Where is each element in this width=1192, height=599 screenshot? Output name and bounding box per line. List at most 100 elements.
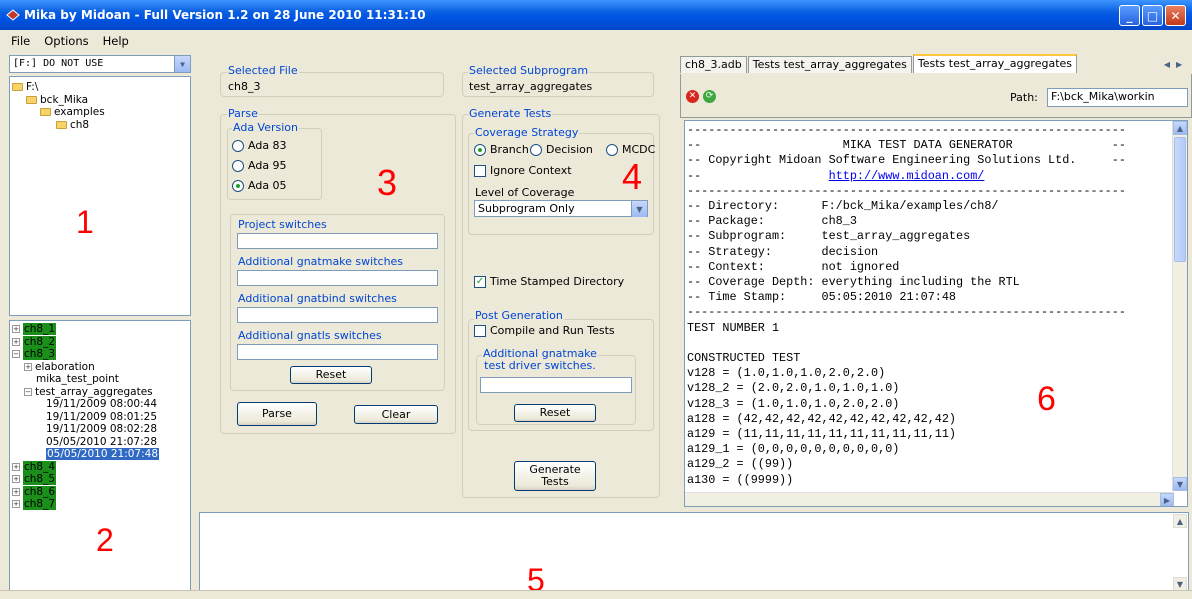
tree-item-drive[interactable]: F:\ bbox=[12, 81, 188, 94]
project-switches-label: Project switches bbox=[237, 218, 328, 231]
output-panel: ▲ ▼ ◀ bbox=[199, 512, 1189, 599]
path-field[interactable]: F:\bck_Mika\workin bbox=[1047, 88, 1188, 107]
menu-help[interactable]: Help bbox=[96, 34, 136, 48]
checkbox-icon bbox=[474, 324, 486, 337]
post-reset-button[interactable]: Reset bbox=[514, 404, 596, 422]
level-of-coverage-select[interactable]: Subprogram Only ▼ bbox=[474, 200, 648, 217]
tree-item-ch8-5[interactable]: + ch8_5 bbox=[12, 473, 188, 486]
refresh-icon[interactable]: ⟳ bbox=[703, 90, 716, 103]
radio-branch[interactable]: Branch bbox=[474, 143, 529, 156]
project-switches-input[interactable] bbox=[237, 233, 438, 249]
tree-item-timestamp-selected[interactable]: 05/05/2010 21:07:48 bbox=[12, 448, 188, 461]
tree-item-test-array-aggregates[interactable]: − test_array_aggregates bbox=[12, 386, 188, 399]
selected-subprogram-label: Selected Subprogram bbox=[468, 64, 590, 77]
tree-item-ch8[interactable]: ch8 bbox=[12, 119, 188, 132]
ignore-context-checkbox[interactable]: Ignore Context bbox=[474, 164, 572, 177]
tab-scroll[interactable]: ◀ ▶ bbox=[1158, 56, 1188, 72]
checkbox-icon bbox=[474, 164, 486, 177]
radio-ada-95[interactable]: Ada 95 bbox=[232, 159, 287, 172]
parse-button[interactable]: Parse bbox=[237, 402, 317, 426]
tree-item-mika-test-point[interactable]: mika_test_point bbox=[12, 373, 188, 386]
stop-icon[interactable]: ✕ bbox=[686, 90, 699, 103]
tree-item-ch8-7[interactable]: + ch8_7 bbox=[12, 498, 188, 511]
radio-icon bbox=[232, 139, 244, 152]
tree-item-elaboration[interactable]: + elaboration bbox=[12, 361, 188, 374]
marker-3: 3 bbox=[377, 162, 398, 203]
post-generation-label: Post Generation bbox=[474, 309, 564, 322]
scroll-up-icon[interactable]: ▲ bbox=[1173, 514, 1187, 528]
generate-tests-button[interactable]: Generate Tests bbox=[514, 461, 596, 491]
close-button[interactable]: ✕ bbox=[1165, 5, 1186, 26]
gnatbind-switches-label: Additional gnatbind switches bbox=[237, 292, 398, 305]
level-of-coverage-label: Level of Coverage bbox=[475, 186, 575, 199]
tree-item-ch8-3[interactable]: − ch8_3 bbox=[12, 348, 188, 361]
tab-ch8-3-adb[interactable]: ch8_3.adb bbox=[680, 56, 747, 73]
chevron-down-icon[interactable]: ▼ bbox=[631, 201, 647, 217]
radio-mcdc[interactable]: MCDC bbox=[606, 143, 655, 156]
tree-item-ch8-4[interactable]: + ch8_4 bbox=[12, 460, 188, 474]
gnatmake-switches-label: Additional gnatmake switches bbox=[237, 255, 405, 268]
gnatbind-switches-input[interactable] bbox=[237, 307, 438, 323]
status-bar bbox=[0, 590, 1192, 599]
gnatls-switches-label: Additional gnatls switches bbox=[237, 329, 383, 342]
window-title: Mika by Midoan - Full Version 1.2 on 28 … bbox=[24, 8, 426, 22]
selected-file-label: Selected File bbox=[227, 64, 299, 77]
clear-button[interactable]: Clear bbox=[354, 405, 438, 424]
folder-icon bbox=[40, 108, 51, 116]
menu-options[interactable]: Options bbox=[37, 34, 95, 48]
radio-ada-83[interactable]: Ada 83 bbox=[232, 139, 287, 152]
maximize-button[interactable]: □ bbox=[1142, 5, 1163, 26]
tree-item-ch8-6[interactable]: + ch8_6 bbox=[12, 485, 188, 499]
chevron-right-icon[interactable]: ▶ bbox=[1176, 60, 1182, 69]
ada-version-label: Ada Version bbox=[232, 121, 300, 134]
radio-selected-icon bbox=[232, 179, 244, 192]
scroll-right-icon[interactable]: ▶ bbox=[1160, 493, 1174, 506]
console-hscrollbar[interactable]: ▶ bbox=[685, 492, 1174, 506]
tab-tests-1[interactable]: Tests test_array_aggregates bbox=[747, 56, 912, 73]
compile-run-checkbox[interactable]: Compile and Run Tests bbox=[474, 324, 615, 337]
marker-6: 6 bbox=[1037, 380, 1056, 418]
generate-tests-label: Generate Tests bbox=[468, 107, 553, 120]
radio-decision[interactable]: Decision bbox=[530, 143, 593, 156]
chevron-down-icon[interactable]: ▼ bbox=[174, 56, 190, 72]
app-icon bbox=[6, 9, 20, 21]
tree-item-ch8-2[interactable]: + ch8_2 bbox=[12, 335, 188, 349]
radio-icon bbox=[606, 143, 618, 156]
radio-icon bbox=[530, 143, 542, 156]
radio-selected-icon bbox=[474, 143, 486, 156]
driver-switches-label: Additional gnatmake test driver switches. bbox=[482, 347, 598, 372]
tree-item-bck-mika[interactable]: bck_Mika bbox=[12, 94, 188, 107]
scrollbar-thumb[interactable] bbox=[1174, 137, 1186, 262]
console-text: ----------------------------------------… bbox=[687, 123, 1126, 487]
level-of-coverage-value: Subprogram Only bbox=[478, 202, 575, 215]
tree-item-timestamp[interactable]: 19/11/2009 08:01:25 bbox=[12, 411, 188, 424]
marker-1: 1 bbox=[76, 204, 94, 240]
path-label: Path: bbox=[1010, 91, 1038, 104]
tree-item-timestamp[interactable]: 05/05/2010 21:07:28 bbox=[12, 436, 188, 449]
tree-item-timestamp[interactable]: 19/11/2009 08:00:44 bbox=[12, 398, 188, 411]
drive-select[interactable]: [F:] DO NOT USE ▼ bbox=[9, 55, 191, 73]
tree-item-timestamp[interactable]: 19/11/2009 08:02:28 bbox=[12, 423, 188, 436]
time-stamped-checkbox[interactable]: ✓ Time Stamped Directory bbox=[474, 275, 624, 288]
scroll-down-icon[interactable]: ▼ bbox=[1173, 477, 1187, 491]
title-bar: Mika by Midoan - Full Version 1.2 on 28 … bbox=[0, 0, 1192, 30]
tab-tests-2[interactable]: Tests test_array_aggregates bbox=[912, 54, 1078, 73]
console-vscrollbar[interactable]: ▲ ▼ bbox=[1172, 121, 1187, 491]
selected-subprogram-value: test_array_aggregates bbox=[469, 80, 593, 93]
midoan-link[interactable]: http://www.midoan.com/ bbox=[829, 169, 985, 183]
gnatls-switches-input[interactable] bbox=[237, 344, 438, 360]
chevron-left-icon[interactable]: ◀ bbox=[1164, 60, 1170, 69]
drive-select-value: [F:] DO NOT USE bbox=[13, 58, 104, 69]
scroll-down-icon[interactable]: ▼ bbox=[1173, 577, 1187, 591]
scroll-up-icon[interactable]: ▲ bbox=[1173, 121, 1187, 135]
gnatmake-switches-input[interactable] bbox=[237, 270, 438, 286]
parse-reset-button[interactable]: Reset bbox=[290, 366, 372, 384]
radio-ada-05[interactable]: Ada 05 bbox=[232, 179, 287, 192]
test-output-console: ----------------------------------------… bbox=[684, 120, 1188, 507]
minimize-button[interactable]: _ bbox=[1119, 5, 1140, 26]
driver-switches-input[interactable] bbox=[480, 377, 632, 393]
menu-bar: File Options Help bbox=[0, 30, 1192, 51]
menu-file[interactable]: File bbox=[4, 34, 37, 48]
tree-item-examples[interactable]: examples bbox=[12, 106, 188, 119]
tree-item-ch8-1[interactable]: + ch8_1 bbox=[12, 323, 188, 336]
